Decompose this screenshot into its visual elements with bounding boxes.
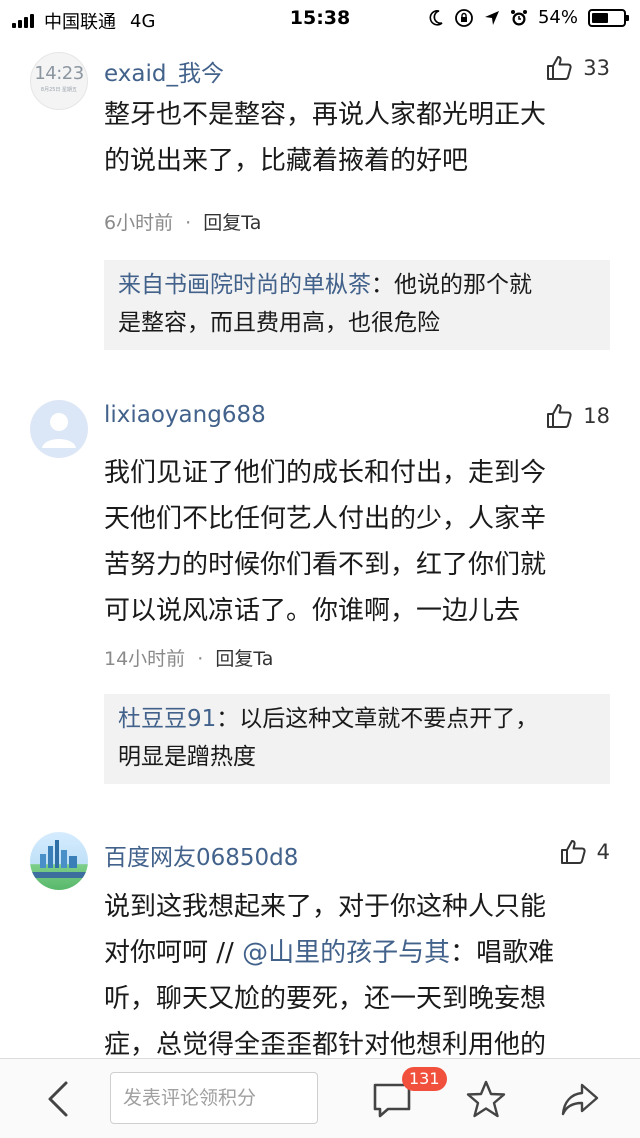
quote-text: 明显是蹭热度 xyxy=(118,744,256,770)
status-bar: 中国联通 4G 15:38 54% xyxy=(0,0,640,38)
quote-username[interactable]: 来自书画院时尚的单枞茶 xyxy=(118,272,371,298)
comment-text: 说到这我想起来了，对于你这种人只能 对你呵呵 // @山里的孩子与其：唱歌难 听… xyxy=(104,884,610,1058)
like-count: 18 xyxy=(583,404,610,428)
quoted-reply[interactable]: 来自书画院时尚的单枞茶：他说的那个就 是整容，而且费用高，也很危险 xyxy=(104,260,610,350)
comment-text-line: 可以说风凉话了。你谁啊，一边儿去 xyxy=(104,596,521,626)
quote-username[interactable]: 杜豆豆91 xyxy=(118,706,216,732)
battery-icon xyxy=(588,8,629,27)
thumbs-up-icon xyxy=(547,404,572,428)
username[interactable]: lixiaoyang688 xyxy=(104,402,266,428)
comment-text-line: 的说出来了，比藏着掖着的好吧 xyxy=(104,146,469,176)
meta-separator: · xyxy=(185,212,192,234)
comment-list: 14:23 8月25日 星期五 exaid_我今 33 整牙也不是整容，再说人家… xyxy=(0,38,640,1058)
comment-text-line: 对你呵呵 // @山里的孩子与其：唱歌难 xyxy=(104,930,610,976)
reply-button[interactable]: 回复Ta xyxy=(215,648,273,670)
username[interactable]: exaid_我今 xyxy=(104,54,224,88)
quoted-reply[interactable]: 杜豆豆91：以后这种文章就不要点开了， 明显是蹭热度 xyxy=(104,694,610,784)
comment-count-badge: 131 xyxy=(402,1067,447,1091)
meta-separator: · xyxy=(197,648,204,670)
bottom-action-bar: 131 xyxy=(0,1058,640,1138)
thumbs-up-icon xyxy=(547,56,572,80)
comment-text-fragment: ：唱歌难 xyxy=(450,938,555,968)
comment-text-line: 我们见证了他们的成长和付出，走到今 xyxy=(104,458,547,488)
quote-text: ：他说的那个就 xyxy=(371,272,532,298)
back-arrow-icon xyxy=(48,1081,68,1117)
comment-text-line: 症，总觉得全歪歪都针对他想利用他的 xyxy=(104,1030,547,1058)
back-button[interactable] xyxy=(42,1079,78,1119)
quote-line: 来自书画院时尚的单枞茶：他说的那个就 xyxy=(118,266,596,304)
comment-input-box[interactable] xyxy=(110,1072,318,1124)
avatar-date: 8月25日 星期五 xyxy=(40,87,78,93)
like-button[interactable]: 33 xyxy=(545,54,610,82)
default-user-icon xyxy=(31,401,87,457)
comment-text: 整牙也不是整容，再说人家都光明正大 的说出来了，比藏着掖着的好吧 xyxy=(104,92,610,184)
comment-time: 6小时前 xyxy=(104,212,174,234)
location-arrow-icon xyxy=(484,10,499,25)
lock-rotation-icon xyxy=(455,8,473,27)
star-icon xyxy=(466,1080,506,1118)
reply-button[interactable]: 回复Ta xyxy=(203,212,261,234)
comment-text-line: 整牙也不是整容，再说人家都光明正大 xyxy=(104,100,547,130)
comment-text-line: 说到这我想起来了，对于你这种人只能 xyxy=(104,892,547,922)
comment-meta: 6小时前 · 回复Ta xyxy=(104,208,261,235)
share-icon xyxy=(561,1083,599,1116)
thumbs-up-icon xyxy=(560,840,586,864)
like-count: 33 xyxy=(583,56,610,80)
comment-text-line: 听，聊天又尬的要死，还一天到晚妄想 xyxy=(104,984,547,1014)
comment-text-fragment: 对你呵呵 // xyxy=(104,938,243,968)
avatar[interactable] xyxy=(30,832,88,890)
avatar-time: 14:23 xyxy=(34,63,84,84)
comment-text-line: 天他们不比任何艺人付出的少，人家辛 xyxy=(104,504,547,534)
battery-percent: 54% xyxy=(537,7,578,28)
quote-text: 是整容，而且费用高，也很危险 xyxy=(118,310,440,336)
comment-input[interactable] xyxy=(111,1073,317,1123)
avatar[interactable]: 14:23 8月25日 星期五 xyxy=(30,52,88,110)
like-button[interactable]: 18 xyxy=(545,402,610,430)
alarm-icon xyxy=(510,9,527,25)
avatar[interactable] xyxy=(30,400,88,458)
comment-time: 14小时前 xyxy=(104,648,186,670)
username[interactable]: 百度网友06850d8 xyxy=(104,838,298,872)
like-button[interactable]: 4 xyxy=(559,838,610,866)
city-skyline-icon xyxy=(30,840,88,878)
comment-text: 我们见证了他们的成长和付出，走到今 天他们不比任何艺人付出的少，人家辛 苦努力的… xyxy=(104,450,610,634)
mention-link[interactable]: @山里的孩子与其 xyxy=(242,938,450,968)
share-button[interactable] xyxy=(560,1079,600,1119)
comment-text-line: 苦努力的时候你们看不到，红了你们就 xyxy=(104,550,547,580)
favorite-button[interactable] xyxy=(466,1079,506,1119)
comment-meta: 14小时前 · 回复Ta xyxy=(104,644,273,671)
quote-line: 杜豆豆91：以后这种文章就不要点开了， xyxy=(118,700,596,738)
like-count: 4 xyxy=(596,840,610,864)
quote-text: ：以后这种文章就不要点开了， xyxy=(216,706,539,732)
moon-icon xyxy=(429,9,443,26)
